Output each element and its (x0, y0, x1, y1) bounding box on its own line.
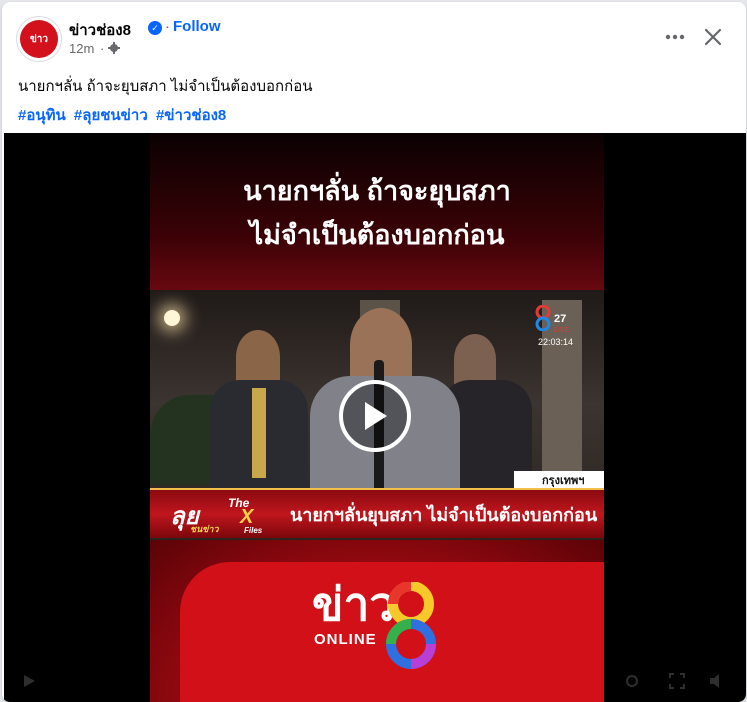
video-headline: นายกฯลั่น ถ้าจะยุบสภา ไม่จำเป็นต้องบอกก่… (150, 169, 604, 257)
channel-8-logo-icon (535, 305, 551, 331)
separator-dot: · (165, 18, 170, 35)
video-frame: นายกฯลั่น ถ้าจะยุบสภา ไม่จำเป็นต้องบอกก่… (150, 133, 604, 702)
follow-button[interactable]: Follow (173, 18, 221, 35)
show-logo-sub: ชนข่าว (190, 524, 219, 534)
post-caption: นายกฯลั่น ถ้าจะยุบสภา ไม่จำเป็นต้องบอกก่… (18, 78, 313, 95)
settings-icon[interactable] (624, 673, 640, 689)
video-player[interactable]: นายกฯลั่น ถ้าจะยุบสภา ไม่จำเป็นต้องบอกก่… (4, 133, 746, 702)
more-horizontal-icon (665, 34, 685, 40)
channel-live: LIVE (554, 327, 570, 334)
fullscreen-icon[interactable] (669, 673, 685, 689)
page-name[interactable]: ข่าวช่อง8 (69, 18, 131, 42)
post-timestamp[interactable]: 12m (69, 41, 94, 56)
hashtag-list: #อนุทิน #ลุยชนข่าว #ข่าวช่อง8 (18, 103, 230, 127)
person-left-head (236, 330, 280, 384)
avatar-text: ข่าว (29, 33, 49, 45)
location-tag: กรุงเทพฯ (514, 471, 604, 489)
verified-badge-icon: ✓ (148, 21, 162, 35)
headline-line-1: นายกฯลั่น ถ้าจะยุบสภา (243, 176, 511, 206)
post-card: ข่าว ข่าวช่อง8 ✓ · Follow 12m · นายกฯลั่… (2, 2, 746, 702)
page-avatar[interactable]: ข่าว (16, 16, 62, 62)
more-options-button[interactable] (657, 22, 693, 52)
play-button[interactable] (339, 380, 411, 452)
lower-third-text: นายกฯลั่นยุบสภา ไม่จำเป็นต้องบอกก่อน (290, 504, 598, 525)
close-icon (704, 28, 722, 46)
brand-online: ONLINE (314, 631, 377, 648)
person-left-tie (252, 388, 266, 478)
hashtag-link[interactable]: #อนุทิน (18, 107, 66, 124)
lower-third-bar: ลุย ชนข่าว The X Files นายกฯลั่นยุบสภา ไ… (150, 488, 604, 538)
close-button[interactable] (698, 22, 728, 52)
play-icon (365, 402, 387, 430)
channel-8-brand-icon (386, 582, 436, 669)
person-right-head (454, 334, 496, 384)
hashtag-link[interactable]: #ข่าวช่อง8 (156, 107, 226, 124)
headline-line-2: ไม่จำเป็นต้องบอกก่อน (249, 220, 505, 250)
volume-icon[interactable] (709, 673, 725, 689)
avatar-logo: ข่าว (20, 20, 58, 58)
hashtag-link[interactable]: #ลุยชนข่าว (74, 107, 148, 124)
show-logo: ลุย ชนข่าว The X Files (168, 494, 282, 535)
lamp-light (164, 310, 180, 326)
channel-number: 27 (554, 313, 567, 325)
broadcast-clock: 22:03:14 (538, 337, 574, 347)
video-controls (4, 663, 746, 699)
timestamp-separator: · (100, 41, 105, 56)
show-logo-files: Files (244, 526, 263, 535)
gear-icon[interactable] (108, 42, 120, 54)
play-small-icon[interactable] (22, 674, 36, 688)
